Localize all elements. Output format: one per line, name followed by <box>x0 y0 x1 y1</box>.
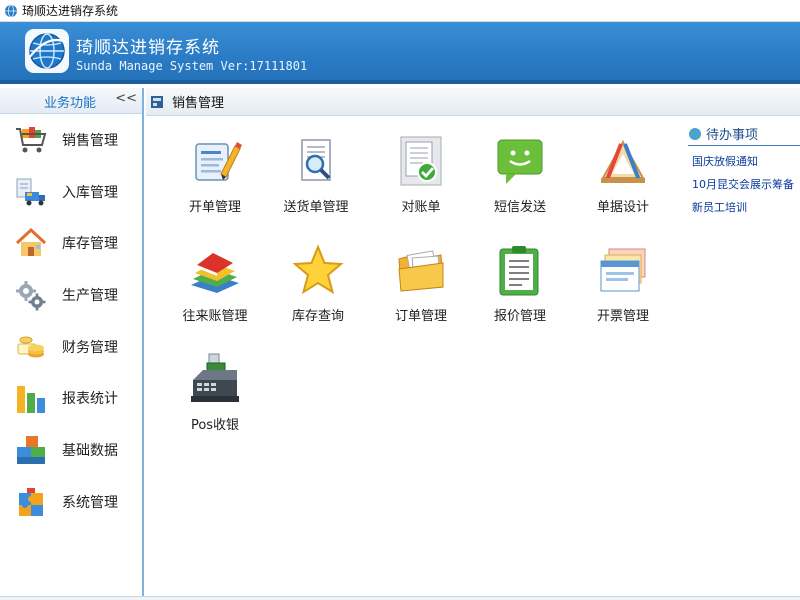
order-form-pen-icon <box>195 142 242 181</box>
sidebar-item-inbound[interactable]: 入库管理 <box>0 166 142 218</box>
page-title: 销售管理 <box>172 96 225 111</box>
globe-logo-icon <box>25 29 69 73</box>
grid-item-label: Pos收银 <box>190 418 240 433</box>
grid-item-pos[interactable]: Pos收银 <box>165 352 265 433</box>
grid-item-invoicing[interactable]: 开票管理 <box>573 243 673 324</box>
sidebar-item-label: 基础数据 <box>62 442 118 459</box>
sidebar-item-basic-data[interactable]: 基础数据 <box>0 424 142 476</box>
grid-item-form-design[interactable]: 单据设计 <box>573 134 673 215</box>
grid-item-label: 开票管理 <box>596 309 649 324</box>
blocks-icon <box>17 435 45 464</box>
sidebar-title: 业务功能 <box>44 96 97 111</box>
bar-chart-icon <box>17 386 45 414</box>
checked-document-icon <box>400 136 442 186</box>
books-stack-icon <box>191 253 239 293</box>
shopping-cart-icon <box>16 126 47 153</box>
grid-item-label: 开单管理 <box>188 200 241 215</box>
globe-icon <box>689 127 701 140</box>
grid-item-label: 短信发送 <box>493 200 546 215</box>
sidebar-item-sales[interactable]: 销售管理 <box>0 114 142 166</box>
grid-item-statement[interactable]: 对账单 <box>371 134 471 215</box>
grid-item-label: 送货单管理 <box>283 200 349 215</box>
grid-item-stock-query[interactable]: 库存查询 <box>268 243 368 324</box>
sidebar-item-reports[interactable]: 报表统计 <box>0 372 142 424</box>
sidebar-item-label: 财务管理 <box>62 339 118 356</box>
cash-register-icon <box>191 353 239 402</box>
grid-item-orders[interactable]: 订单管理 <box>371 243 471 324</box>
grid-item-label: 单据设计 <box>596 200 649 215</box>
status-strip <box>0 596 800 600</box>
sidebar-item-label: 报表统计 <box>62 391 118 408</box>
grid-item-delivery-note[interactable]: 送货单管理 <box>266 134 366 215</box>
windows-stack-icon <box>600 248 646 292</box>
sms-bubble-icon <box>497 139 543 184</box>
sidebar-item-label: 库存管理 <box>62 236 118 253</box>
main-panel-header: 销售管理 <box>146 88 800 116</box>
house-icon <box>15 228 47 257</box>
header-banner: 琦顺达进销存系统 Sunda Manage System Ver:1711180… <box>0 22 800 84</box>
system-puzzle-icon <box>19 487 43 516</box>
magnifier-document-icon <box>301 139 331 181</box>
grid-item-sms[interactable]: 短信发送 <box>470 134 570 215</box>
clipboard-list-icon <box>499 246 539 296</box>
collapse-sidebar-button[interactable]: << <box>115 91 137 106</box>
delivery-truck-icon <box>16 178 45 206</box>
window-title: 琦顺达进销存系统 <box>22 4 119 18</box>
sidebar-item-production[interactable]: 生产管理 <box>0 269 142 321</box>
todo-item-link[interactable]: 10月昆交会展示筹备 <box>692 176 800 192</box>
app-title: 琦顺达进销存系统 <box>76 38 220 58</box>
todo-title: 待办事项 <box>706 128 759 143</box>
todo-header: 待办事项 <box>688 124 800 146</box>
grid-item-label: 往来账管理 <box>182 309 248 324</box>
app-globe-icon <box>5 4 17 17</box>
app-version-subtitle: Sunda Manage System Ver:17111801 <box>76 59 308 73</box>
coins-icon <box>17 336 44 358</box>
grid-item-label: 对账单 <box>401 200 441 215</box>
todo-item-link[interactable]: 新员工培训 <box>692 199 800 215</box>
todo-panel: 待办事项 国庆放假通知 10月昆交会展示筹备 新员工培训 <box>688 124 800 215</box>
panel-icon <box>151 95 163 108</box>
grid-item-label: 订单管理 <box>394 309 447 324</box>
star-icon <box>292 244 344 295</box>
grid-item-label: 报价管理 <box>493 309 546 324</box>
grid-item-label: 库存查询 <box>291 309 344 324</box>
sidebar-header: 业务功能 << <box>0 88 142 114</box>
sidebar: 业务功能 << 销售管理 入库管理 库存管理 生产管理 财务管理 报表统计 基础… <box>0 88 144 600</box>
grid-item-order-create[interactable]: 开单管理 <box>165 134 265 215</box>
window-titlebar: 琦顺达进销存系统 <box>0 0 800 22</box>
drafting-tools-icon <box>601 139 645 183</box>
todo-item-link[interactable]: 国庆放假通知 <box>692 153 800 169</box>
sidebar-item-label: 系统管理 <box>62 494 118 511</box>
grid-item-quotation[interactable]: 报价管理 <box>470 243 570 324</box>
folder-documents-icon <box>398 250 444 292</box>
sidebar-item-label: 生产管理 <box>62 287 118 304</box>
gears-icon <box>16 280 46 311</box>
sidebar-item-inventory[interactable]: 库存管理 <box>0 217 142 269</box>
sidebar-item-finance[interactable]: 财务管理 <box>0 321 142 373</box>
sidebar-item-label: 入库管理 <box>62 184 118 201</box>
grid-item-accounts[interactable]: 往来账管理 <box>165 243 265 324</box>
sidebar-item-label: 销售管理 <box>62 132 118 149</box>
sidebar-item-system[interactable]: 系统管理 <box>0 476 142 528</box>
